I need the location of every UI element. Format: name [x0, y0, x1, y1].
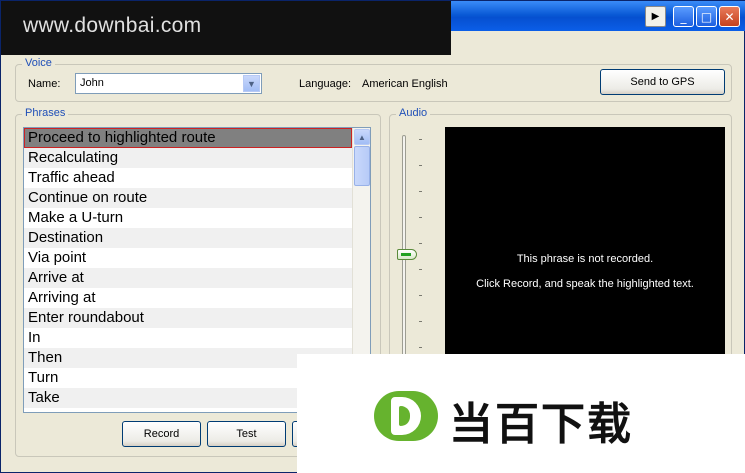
audio-message-line1: This phrase is not recorded.	[516, 253, 654, 265]
play-icon[interactable]: ▶	[645, 6, 666, 27]
watermark-logo-area: 当百下载	[297, 354, 745, 473]
volume-slider-thumb[interactable]	[397, 249, 417, 260]
phrases-group-label: Phrases	[22, 107, 69, 119]
minimize-button[interactable]: _	[673, 6, 694, 27]
list-item[interactable]: Traffic ahead	[24, 168, 352, 188]
voice-group-label: Voice	[22, 57, 55, 69]
close-button[interactable]: ✕	[719, 6, 740, 27]
list-item[interactable]: Continue on route	[24, 188, 352, 208]
volume-tick	[419, 191, 422, 192]
voice-name-value: John	[80, 77, 104, 89]
chevron-down-icon[interactable]: ▼	[243, 75, 260, 92]
scroll-thumb[interactable]	[354, 146, 370, 186]
volume-tick	[419, 347, 422, 348]
send-to-gps-button[interactable]: Send to GPS	[600, 69, 725, 95]
maximize-button[interactable]: □	[696, 6, 717, 27]
scroll-up-icon[interactable]: ▲	[354, 129, 370, 145]
app-window: ▶ _ □ ✕ www.downbai.com Voice Name: John…	[0, 0, 745, 473]
volume-tick	[419, 165, 422, 166]
audio-display: This phrase is not recorded. Click Recor…	[445, 127, 725, 359]
volume-tick	[419, 139, 422, 140]
list-item[interactable]: Recalculating	[24, 148, 352, 168]
volume-tick	[419, 217, 422, 218]
list-item[interactable]: Enter roundabout	[24, 308, 352, 328]
watermark-banner: www.downbai.com	[1, 1, 451, 55]
volume-tick	[419, 269, 422, 270]
list-item[interactable]: Destination	[24, 228, 352, 248]
watermark-logo-text: 当百下载	[449, 399, 633, 450]
volume-tick	[419, 243, 422, 244]
language-label: Language:	[299, 78, 351, 90]
list-item[interactable]: Via point	[24, 248, 352, 268]
volume-tick	[419, 295, 422, 296]
list-item[interactable]: Arriving at	[24, 288, 352, 308]
name-label: Name:	[28, 78, 61, 90]
list-item[interactable]: Proceed to highlighted route	[24, 128, 352, 148]
audio-message-line2: Click Record, and speak the highlighted …	[476, 278, 694, 290]
list-item[interactable]: In	[24, 328, 352, 348]
list-item[interactable]: Make a U-turn	[24, 208, 352, 228]
voice-name-select[interactable]: John ▼	[75, 73, 262, 94]
test-button[interactable]: Test	[207, 421, 286, 447]
logo-d-icon	[374, 391, 438, 441]
volume-tick	[419, 321, 422, 322]
language-value: American English	[362, 78, 448, 90]
list-item[interactable]: Arrive at	[24, 268, 352, 288]
record-button[interactable]: Record	[122, 421, 201, 447]
audio-group-label: Audio	[396, 107, 431, 119]
